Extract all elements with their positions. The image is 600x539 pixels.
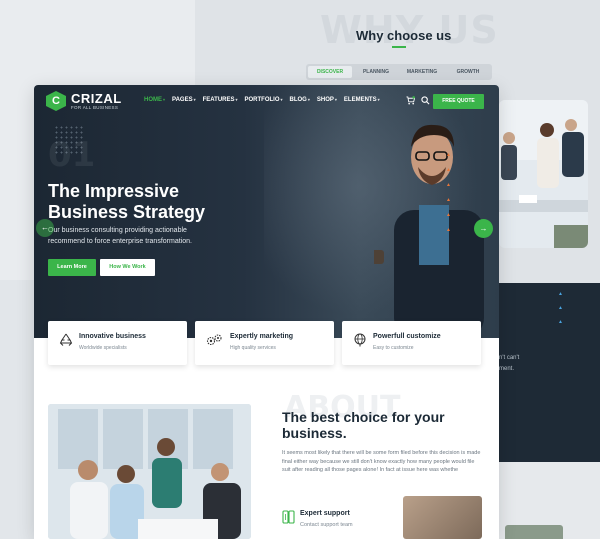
tab-discover[interactable]: DISCOVER [308, 66, 352, 78]
feature-cards: Innovative business Worldwide specialist… [48, 321, 481, 365]
triangle-icon: ▲ [446, 212, 451, 218]
chevron-down-icon: ▾ [163, 97, 166, 102]
hero-section: 01 C CRIZAL FOR ALL BUSINESS HOME▾ PAGES… [34, 85, 499, 338]
hero-title: The Impressive Business Strategy [48, 181, 206, 222]
triangle-icon: ▲ [446, 167, 451, 173]
how-we-work-button[interactable]: How We Work [100, 259, 155, 276]
tab-growth[interactable]: GROWTH [446, 66, 490, 78]
feature-title: Powerfull customize [373, 333, 441, 340]
chevron-down-icon: ▾ [307, 97, 310, 102]
feature-title: Innovative business [79, 333, 146, 340]
feature-subtitle: High quality services [230, 345, 276, 351]
triangle-up-icon: ▲ [558, 319, 563, 325]
thumbnail-image [505, 525, 563, 539]
menu-features[interactable]: FEATURES▾ [203, 97, 238, 103]
slide-number: 01 [48, 135, 96, 175]
team-meeting-photo [499, 100, 588, 248]
tab-marketing[interactable]: MARKETING [400, 66, 444, 78]
about-title: The best choice for your business. [282, 409, 445, 441]
decorative-triangles: ▲ ▲ ▲ ▲ ▲ ▲ [446, 151, 451, 234]
triangle-icon: ▲ [446, 152, 451, 158]
chevron-down-icon: ▾ [235, 97, 238, 102]
chevron-down-icon: ▾ [334, 97, 337, 102]
main-menu: HOME▾ PAGES▾ FEATURES▾ PORTFOLIO▾ BLOG▾ … [144, 97, 380, 103]
feature-card[interactable]: Expertly marketing High quality services [195, 321, 334, 365]
menu-home[interactable]: HOME▾ [144, 97, 165, 103]
logo-name[interactable]: CRIZAL [71, 91, 122, 106]
chevron-down-icon: ▾ [193, 97, 196, 102]
background-strip [0, 280, 36, 539]
feature-subtitle: Easy to customize [373, 345, 414, 351]
arrow-left-icon[interactable]: ← [36, 219, 54, 237]
panel-text: n't can't [499, 355, 520, 361]
search-icon[interactable] [421, 96, 430, 105]
about-description: It seems most likely that there will be … [282, 450, 481, 473]
support-thumbnail [403, 496, 482, 539]
why-choose-us-heading: Why choose us [356, 28, 452, 43]
logo-tagline: FOR ALL BUSINESS [71, 105, 119, 110]
support-icon [282, 510, 295, 524]
support-title: Expert support [300, 510, 350, 517]
business-team-photo [48, 404, 251, 539]
businessman-image [374, 124, 484, 338]
tab-planning[interactable]: PLANNING [354, 66, 398, 78]
menu-elements[interactable]: ELEMENTS▾ [344, 97, 380, 103]
triangle-up-icon: ▲ [558, 305, 563, 311]
gears-icon [206, 334, 222, 346]
menu-portfolio[interactable]: PORTFOLIO▾ [245, 97, 283, 103]
triangle-icon: ▲ [446, 182, 451, 188]
free-quote-button[interactable]: FREE QUOTE [433, 94, 484, 109]
menu-blog[interactable]: BLOG▾ [290, 97, 310, 103]
menu-pages[interactable]: PAGES▾ [172, 97, 196, 103]
support-subtitle: Contact support team [300, 522, 353, 528]
hero-description: Our business consulting providing action… [48, 227, 192, 245]
recycle-icon [59, 333, 73, 346]
why-us-tabs: DISCOVER PLANNING MARKETING GROWTH [306, 64, 492, 80]
learn-more-button[interactable]: Learn More [48, 259, 96, 276]
panel-text: ment. [499, 366, 515, 372]
website-preview-card: 01 C CRIZAL FOR ALL BUSINESS HOME▾ PAGES… [34, 85, 499, 539]
triangle-icon: ▲ [446, 197, 451, 203]
cart-icon[interactable] [406, 96, 415, 105]
globe-icon [354, 333, 366, 347]
chevron-down-icon: ▾ [280, 97, 283, 102]
logo-icon[interactable]: C [46, 91, 66, 111]
arrow-right-icon[interactable]: → [474, 219, 493, 238]
heading-underline [392, 46, 406, 48]
feature-title: Expertly marketing [230, 333, 294, 340]
triangle-up-icon: ▲ [558, 291, 563, 297]
feature-card[interactable]: Powerfull customize Easy to customize [342, 321, 481, 365]
menu-shop[interactable]: SHOP▾ [317, 97, 337, 103]
feature-subtitle: Worldwide specialists [79, 345, 127, 351]
feature-card[interactable]: Innovative business Worldwide specialist… [48, 321, 187, 365]
chevron-down-icon: ▾ [377, 97, 380, 102]
top-navbar: C CRIZAL FOR ALL BUSINESS HOME▾ PAGES▾ F… [34, 85, 499, 117]
dark-info-panel: ▲ ▲ ▲ n't can't ment. [499, 283, 600, 463]
triangle-icon: ▲ [446, 227, 451, 233]
